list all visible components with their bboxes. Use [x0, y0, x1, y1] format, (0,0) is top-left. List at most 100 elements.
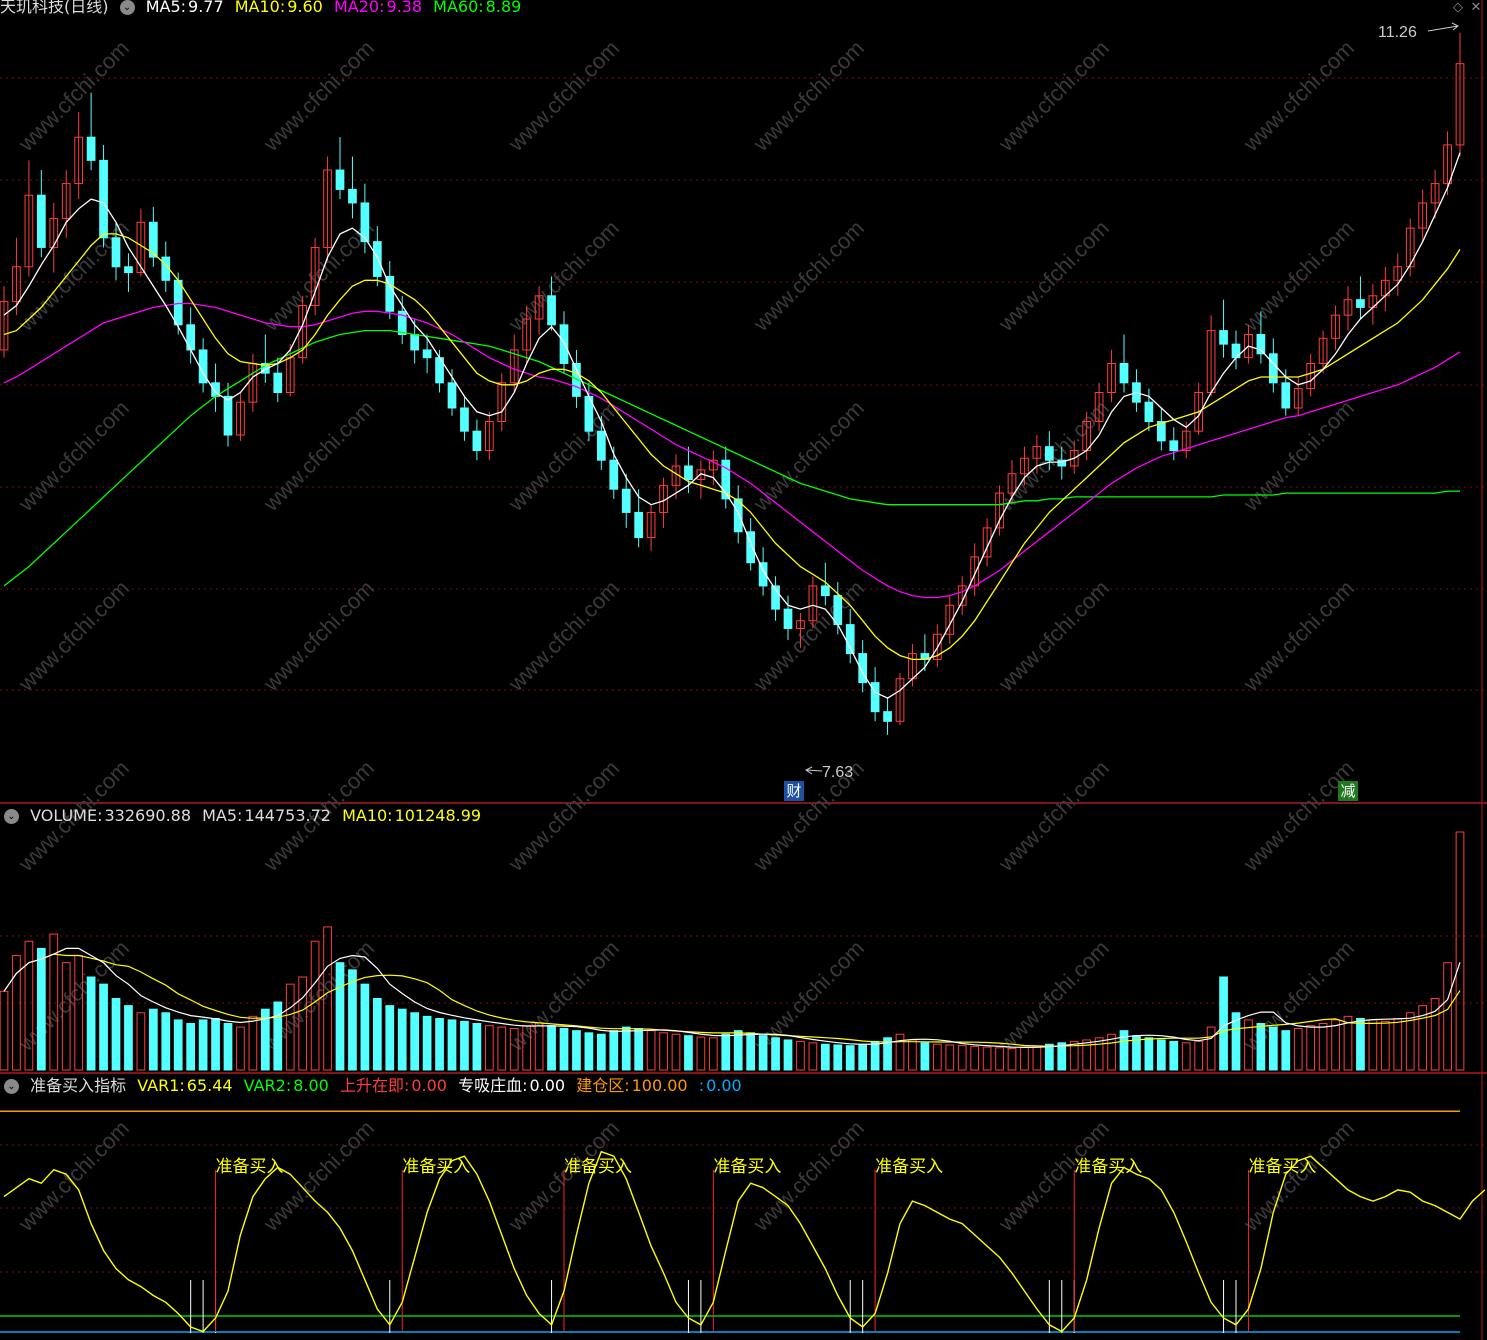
candle-down — [1219, 330, 1228, 345]
candle-down — [348, 188, 357, 204]
ma10-label: MA10: — [234, 0, 286, 16]
buy-signal-label: 准备买入 — [1248, 1157, 1316, 1176]
candle-down — [385, 275, 395, 312]
main-collapse-icon[interactable]: ⌄ — [119, 0, 135, 15]
candle-down — [173, 279, 183, 326]
volume-bar-down — [397, 1008, 407, 1071]
volume-bar-down — [559, 1028, 569, 1071]
high-marker-arrow — [1427, 22, 1459, 32]
candle-down — [372, 241, 382, 277]
volume-bar-up — [646, 1030, 656, 1071]
candle-down — [820, 585, 830, 597]
indicator-collapse-icon[interactable]: ⌄ — [4, 1079, 19, 1094]
volume-bar-down — [783, 1039, 793, 1071]
volume-bar-up — [696, 1036, 706, 1071]
volume-bar-up — [497, 1026, 507, 1071]
build-label: 建仓区: — [576, 1076, 630, 1095]
volume-bar-down — [1144, 1037, 1154, 1071]
candle-down — [447, 382, 457, 409]
stock-title: 天玑科技(日线) — [0, 0, 109, 16]
volume-bar-down — [348, 969, 357, 1071]
volume-bar-down — [460, 1020, 469, 1071]
watermark-text: www.cfchi.com — [993, 35, 1114, 156]
volume-bar-up — [808, 1042, 818, 1071]
volume-bar-up — [1331, 1019, 1340, 1071]
buy-signal-label: 准备买入 — [216, 1157, 284, 1176]
volume-collapse-icon[interactable]: ⌄ — [4, 809, 19, 824]
volume-bar-up — [659, 1032, 668, 1071]
volume-bar-down — [36, 947, 46, 1071]
volume-bar-up — [796, 1040, 805, 1071]
watermark-text: www.cfchi.com — [258, 575, 379, 696]
watermark-text: www.cfchi.com — [1238, 35, 1359, 156]
volume-label: VOLUME: — [30, 806, 103, 825]
volume-bar-down — [372, 997, 382, 1071]
watermark-text: www.cfchi.com — [1238, 575, 1359, 696]
volume-bar-down — [111, 997, 121, 1071]
watermark-text: www.cfchi.com — [503, 755, 624, 876]
watermark-text: www.cfchi.com — [503, 35, 624, 156]
candle-down — [124, 266, 133, 274]
candle-down — [273, 372, 283, 394]
watermark-text: www.cfchi.com — [503, 575, 624, 696]
buy-signal-label: 准备买入 — [1074, 1157, 1142, 1176]
candle-down — [1169, 440, 1179, 452]
volume-bar-up — [932, 1043, 942, 1071]
badge-jian[interactable]: 减 — [1338, 781, 1358, 801]
volume-bar-up — [708, 1037, 718, 1071]
volume-bar-down — [684, 1035, 693, 1071]
watermark-text: www.cfchi.com — [993, 1115, 1114, 1236]
extra-label: : — [698, 1076, 705, 1095]
diamond-icon[interactable]: ◇ — [1450, 0, 1466, 16]
volume-bar-down — [845, 1045, 855, 1071]
watermark-text: www.cfchi.com — [503, 215, 624, 336]
watermark-text: www.cfchi.com — [748, 35, 869, 156]
volume-bar-down — [124, 1005, 133, 1071]
volume-bar-down — [335, 962, 345, 1071]
volume-bar-down — [273, 1001, 283, 1071]
volume-bar-down — [173, 1019, 183, 1071]
ma10-line — [3, 233, 1461, 661]
indicator-header: ⌄ 准备买入指标 VAR1: 65.44 VAR2: 8.00 上升在即: 0.00 … — [0, 1076, 748, 1096]
volume-bar-down — [820, 1043, 830, 1071]
close-icon[interactable]: ✕ — [1468, 0, 1484, 16]
volume-bar-up — [1380, 1020, 1390, 1071]
watermark-text: www.cfchi.com — [258, 395, 379, 516]
volume-bar-down — [1356, 1017, 1365, 1071]
candle-down — [99, 159, 108, 239]
candle-down — [410, 333, 420, 351]
var2-value: 8.00 — [293, 1076, 329, 1095]
candle-down — [883, 711, 892, 722]
candle-down — [1144, 401, 1154, 423]
candle-down — [111, 237, 121, 268]
volume-bar-up — [1443, 962, 1452, 1071]
badge-cai[interactable]: 财 — [784, 781, 804, 801]
volume-bar-down — [99, 983, 108, 1071]
volume-bar-down — [211, 1017, 220, 1071]
watermark-text: www.cfchi.com — [993, 575, 1114, 696]
volume-ma10-line — [3, 953, 1461, 1047]
candle-down — [559, 324, 569, 364]
moving-average-lines — [3, 152, 1461, 699]
volume-bar-up — [982, 1046, 992, 1071]
volume-bar-down — [920, 1042, 930, 1071]
volume-bar-down — [148, 1008, 158, 1071]
watermark-text: www.cfchi.com — [503, 395, 624, 516]
volume-value: 332690.88 — [104, 806, 192, 825]
volume-ma-lines — [3, 947, 1461, 1049]
candle-down — [1281, 382, 1291, 409]
volume-bar-down — [733, 1030, 743, 1071]
volume-bar-down — [870, 1040, 880, 1071]
volume-bar-down — [596, 1033, 606, 1071]
candle-down — [1044, 446, 1054, 461]
candle-down — [36, 194, 46, 248]
watermark-text: www.cfchi.com — [13, 35, 134, 156]
volume-bar-up — [136, 1012, 146, 1071]
volume-bar-up — [1032, 1045, 1042, 1071]
absorb-value: 0.00 — [529, 1076, 566, 1095]
rise-value: 0.00 — [411, 1076, 447, 1095]
candle-down — [783, 608, 793, 629]
volume-bar-down — [186, 1023, 196, 1071]
ma20-label: MA20: — [333, 0, 385, 16]
volume-ma5-value: 144753.72 — [244, 806, 331, 825]
